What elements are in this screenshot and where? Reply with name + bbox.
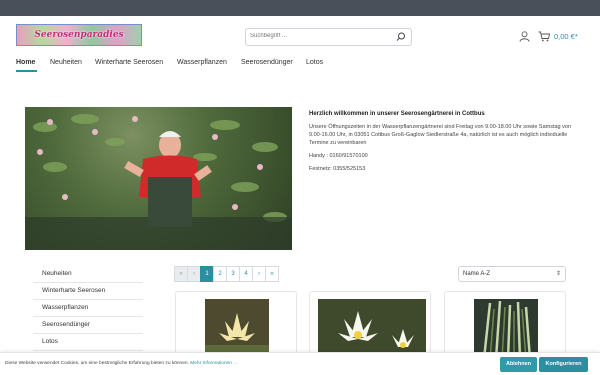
search-input[interactable] <box>250 33 390 39</box>
page-2-button[interactable]: 2 <box>213 266 227 282</box>
product-card[interactable] <box>175 291 297 361</box>
welcome-text: Unsere Öffnungszeiten in der Wasserpflan… <box>309 124 572 147</box>
configure-cookies-button[interactable]: Konfigurieren <box>539 357 588 372</box>
search-icon[interactable] <box>396 32 406 42</box>
active-nav-indicator <box>16 70 37 72</box>
decline-cookies-button[interactable]: Ablehnen <box>500 357 537 372</box>
prev-page-button[interactable]: ‹ <box>187 266 201 282</box>
cookie-banner: Diese Website verwendet Cookies, um eine… <box>0 352 600 375</box>
sort-selected-value: Name A-Z <box>463 271 491 277</box>
cart-icon[interactable] <box>538 31 550 42</box>
nav-seerosenduenger[interactable]: Seerosendünger <box>241 59 293 66</box>
category-sidebar: Neuheiten Winterharte Seerosen Wasserpfl… <box>33 266 143 351</box>
page-1-button[interactable]: 1 <box>200 266 214 282</box>
main-navigation: Home Neuheiten Winterharte Seerosen Wass… <box>0 59 600 73</box>
last-page-button[interactable]: » <box>265 266 279 282</box>
nav-winterharte-seerosen[interactable]: Winterharte Seerosen <box>95 59 163 66</box>
nav-lotos[interactable]: Lotos <box>306 59 323 66</box>
cookie-text: Diese Website verwendet Cookies, um eine… <box>5 361 238 366</box>
cart-amount[interactable]: 0,00 €* <box>554 32 578 41</box>
nav-wasserpflanzen[interactable]: Wasserpflanzen <box>177 59 227 66</box>
pagination: « ‹ 1 2 3 4 › » <box>174 266 279 282</box>
sidebar-item-seerosenduenger[interactable]: Seerosendünger <box>33 317 143 334</box>
product-card[interactable] <box>444 291 566 361</box>
welcome-title: Herzlich willkommen in unserer Seeroseng… <box>309 111 485 117</box>
sidebar-item-neuheiten[interactable]: Neuheiten <box>33 266 143 283</box>
sidebar-item-winterharte-seerosen[interactable]: Winterharte Seerosen <box>33 283 143 300</box>
top-bar <box>0 0 600 16</box>
shop-logo[interactable]: Seerosenparadies <box>16 24 142 46</box>
landline-number: Festnetz: 0355/525153 <box>309 166 366 172</box>
phone-number: Handy : 0160/91570100 <box>309 153 368 159</box>
page-3-button[interactable]: 3 <box>226 266 240 282</box>
product-image[interactable] <box>474 299 538 359</box>
sidebar-item-wasserpflanzen[interactable]: Wasserpflanzen <box>33 300 143 317</box>
product-image[interactable] <box>318 299 426 359</box>
nav-home[interactable]: Home <box>16 59 35 66</box>
cookie-more-link[interactable]: Mehr Informationen ... <box>190 361 237 366</box>
sidebar-item-lotos[interactable]: Lotos <box>33 334 143 351</box>
product-card[interactable] <box>309 291 431 361</box>
account-icon[interactable] <box>519 31 530 42</box>
nav-neuheiten[interactable]: Neuheiten <box>50 59 82 66</box>
page-4-button[interactable]: 4 <box>239 266 253 282</box>
chevron-updown-icon: ⇕ <box>555 271 561 277</box>
first-page-button[interactable]: « <box>174 266 188 282</box>
hero-image <box>25 107 292 250</box>
search-box[interactable] <box>245 28 412 46</box>
product-image[interactable] <box>205 299 269 359</box>
next-page-button[interactable]: › <box>252 266 266 282</box>
sort-select[interactable]: Name A-Z ⇕ <box>458 266 566 282</box>
